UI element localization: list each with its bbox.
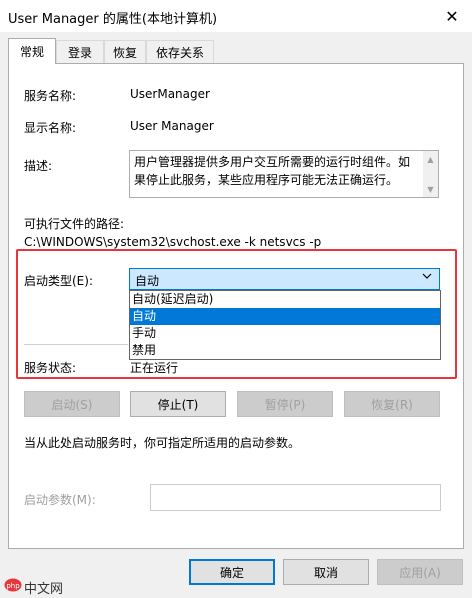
watermark-text: 中文网 xyxy=(24,582,64,597)
service-status-value: 正在运行 xyxy=(130,361,179,375)
startup-option-disabled[interactable]: 禁用 xyxy=(130,342,440,359)
startup-option-auto[interactable]: 自动 xyxy=(130,308,440,325)
svg-text:php: php xyxy=(6,582,20,590)
apply-button[interactable]: 应用(A) xyxy=(377,559,463,585)
title-bar: User Manager 的属性(本地计算机) ✕ xyxy=(0,0,472,32)
tab-recovery[interactable]: 恢复 xyxy=(104,40,146,63)
start-params-label: 启动参数(M): xyxy=(24,493,96,507)
service-name-value: UserManager xyxy=(130,87,210,101)
startup-option-auto-delayed[interactable]: 自动(延迟启动) xyxy=(130,291,440,308)
tab-general[interactable]: 常规 xyxy=(8,38,56,64)
close-button[interactable]: ✕ xyxy=(432,0,472,32)
scroll-down-icon[interactable]: ▼ xyxy=(423,183,438,195)
divider xyxy=(24,344,128,345)
resume-service-button[interactable]: 恢复(R) xyxy=(344,391,440,417)
php-logo-icon: php xyxy=(4,578,22,592)
display-name-label: 显示名称: xyxy=(24,121,77,135)
pause-service-button[interactable]: 暂停(P) xyxy=(237,391,333,417)
description-text: 用户管理器提供多用户交互所需要的运行时组件。如果停止此服务，某些应用程序可能无法… xyxy=(134,155,411,187)
chevron-down-icon xyxy=(422,271,432,284)
display-name-value: User Manager xyxy=(130,119,214,133)
startup-type-select[interactable]: 自动 xyxy=(129,268,440,290)
close-icon: ✕ xyxy=(445,6,459,26)
description-textarea[interactable]: 用户管理器提供多用户交互所需要的运行时组件。如果停止此服务，某些应用程序可能无法… xyxy=(129,150,439,198)
tab-dependencies[interactable]: 依存关系 xyxy=(146,40,214,63)
startup-type-value: 自动 xyxy=(135,274,160,288)
start-params-input[interactable] xyxy=(150,484,441,511)
startup-option-manual[interactable]: 手动 xyxy=(130,325,440,342)
cancel-button[interactable]: 取消 xyxy=(283,559,369,585)
startup-type-label: 启动类型(E): xyxy=(24,274,93,288)
stop-service-button[interactable]: 停止(T) xyxy=(130,391,226,417)
exe-path-label: 可执行文件的路径: xyxy=(24,217,125,231)
start-service-button[interactable]: 启动(S) xyxy=(24,391,120,417)
service-name-label: 服务名称: xyxy=(24,89,77,103)
description-scrollbar[interactable]: ▲ ▼ xyxy=(423,151,438,197)
description-label: 描述: xyxy=(24,159,53,173)
window-title: User Manager 的属性(本地计算机) xyxy=(8,12,218,27)
tab-logon[interactable]: 登录 xyxy=(56,40,104,63)
exe-path-value: C:\WINDOWS\system32\svchost.exe -k netsv… xyxy=(24,235,322,249)
service-status-label: 服务状态: xyxy=(24,361,77,375)
start-params-hint: 当从此处启动服务时，你可指定所适用的启动参数。 xyxy=(24,436,301,450)
scroll-up-icon[interactable]: ▲ xyxy=(423,153,438,165)
ok-button[interactable]: 确定 xyxy=(189,559,275,585)
startup-type-dropdown: 自动(延迟启动) 自动 手动 禁用 xyxy=(129,290,441,360)
